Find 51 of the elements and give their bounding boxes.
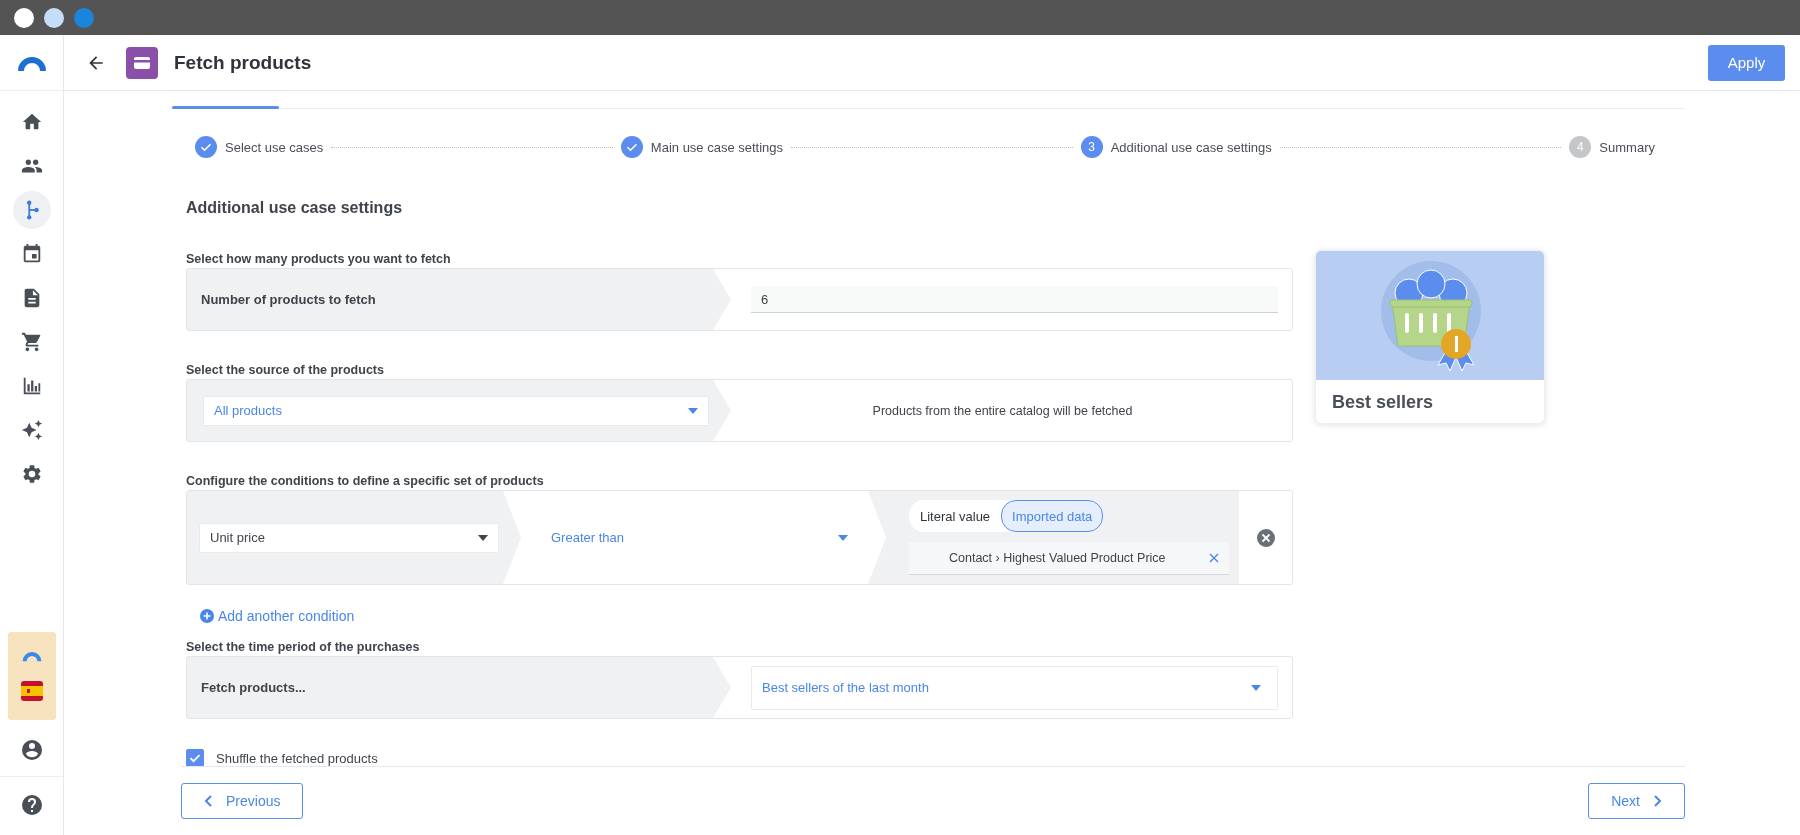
page-title: Fetch products [174,51,312,74]
card-icon [126,46,158,79]
window-control[interactable] [44,7,64,28]
checkbox[interactable] [186,749,204,766]
section-label: Select the time period of the purchases [186,639,421,656]
field-label: Number of products to fetch [201,292,376,307]
step-label: Select use cases [225,139,324,155]
source-dropdown[interactable]: All products [203,395,709,426]
dropdown-caret-icon [838,534,848,541]
step-number: 3 [1080,136,1103,158]
value-mode-toggle[interactable]: Literal value [909,500,1002,532]
field-label: Fetch products... [201,680,306,695]
clear-icon[interactable] [1209,553,1219,563]
chevron-right-icon [1654,795,1662,807]
previous-button[interactable]: Previous [181,783,304,819]
checkbox-label: Shuffle the fetched products [216,750,378,766]
step-label: Main use case settings [650,139,784,155]
step-label: Summary [1599,139,1655,155]
help-icon[interactable] [19,793,44,817]
chevron-left-icon [204,795,212,807]
section-label: Configure the conditions to define a specific set of products [186,473,545,490]
nav-item[interactable] [12,191,51,229]
section-label: Select the source of the products [186,362,385,379]
account-icon[interactable] [19,738,44,762]
logo-icon [20,650,43,662]
step-number: 4 [1569,136,1592,158]
plus-circle-icon [200,609,214,623]
section-heading: Additional use case settings [185,198,404,218]
flag-icon [20,680,43,702]
window-control[interactable] [14,7,34,28]
next-button[interactable]: Next [1588,783,1685,819]
add-condition-link[interactable]: Add another condition [200,606,355,626]
promo-panel[interactable] [7,632,56,720]
settings-icon [20,463,43,485]
imported-value-field[interactable]: Contact › Highest Valued Product Price [909,542,1229,575]
sparkle-icon [20,419,43,441]
operator-dropdown[interactable]: Greater than [551,522,848,553]
field-dropdown[interactable]: Unit price [199,522,499,553]
step-label: Additional use case settings [1110,139,1272,155]
dropdown-caret-icon [478,534,488,541]
cart-icon [20,331,43,353]
section-label: Select how many products you want to fetch [186,251,452,268]
use-case-card[interactable]: Best sellers [1316,251,1544,423]
period-dropdown[interactable]: Best sellers of the last month [751,665,1278,710]
remove-icon[interactable] [1255,527,1276,548]
number-input-field[interactable]: 6 [751,286,1278,313]
dropdown-caret-icon [1251,684,1261,691]
apply-button[interactable]: Apply [1708,44,1785,81]
value-mode-toggle[interactable]: Imported data [1001,500,1104,532]
source-description: Products from the entire catalog will be fetched [872,403,1133,418]
dropdown-caret-icon [688,407,698,414]
